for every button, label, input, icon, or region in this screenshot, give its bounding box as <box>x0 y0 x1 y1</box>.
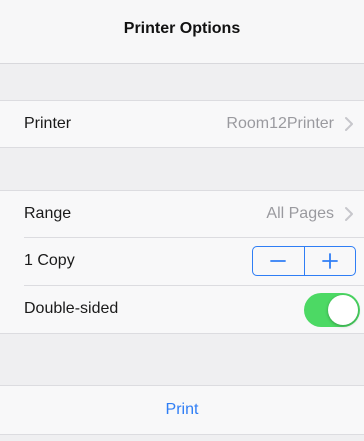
section-spacer <box>0 64 364 100</box>
chevron-right-icon <box>345 117 353 131</box>
decrement-button[interactable] <box>253 247 304 275</box>
range-value: All Pages <box>266 205 334 222</box>
double-sided-toggle[interactable] <box>304 293 360 327</box>
print-label: Print <box>165 401 199 418</box>
plus-icon <box>321 253 338 269</box>
printer-label: Printer <box>24 115 72 132</box>
copies-row: 1 Copy <box>0 238 364 286</box>
copies-label: 1 Copy <box>24 252 75 269</box>
printer-options-sheet: Printer Options Printer Room12Printer Ra… <box>0 0 364 441</box>
chevron-right-icon <box>345 207 353 221</box>
bottom-spacer <box>0 435 364 441</box>
print-button[interactable]: Print <box>0 385 364 435</box>
printer-value: Room12Printer <box>226 115 334 132</box>
page-title: Printer Options <box>123 20 241 37</box>
range-label: Range <box>24 205 72 222</box>
navigation-bar: Printer Options <box>0 0 364 64</box>
copies-stepper[interactable] <box>252 246 356 276</box>
minus-icon <box>270 260 287 262</box>
double-sided-row: Double-sided <box>0 286 364 334</box>
range-row[interactable]: Range All Pages <box>0 190 364 238</box>
double-sided-label: Double-sided <box>24 300 119 317</box>
printer-row[interactable]: Printer Room12Printer <box>0 100 364 148</box>
section-spacer <box>0 148 364 190</box>
section-spacer <box>0 334 364 385</box>
increment-button[interactable] <box>303 247 356 275</box>
toggle-knob <box>328 295 358 325</box>
